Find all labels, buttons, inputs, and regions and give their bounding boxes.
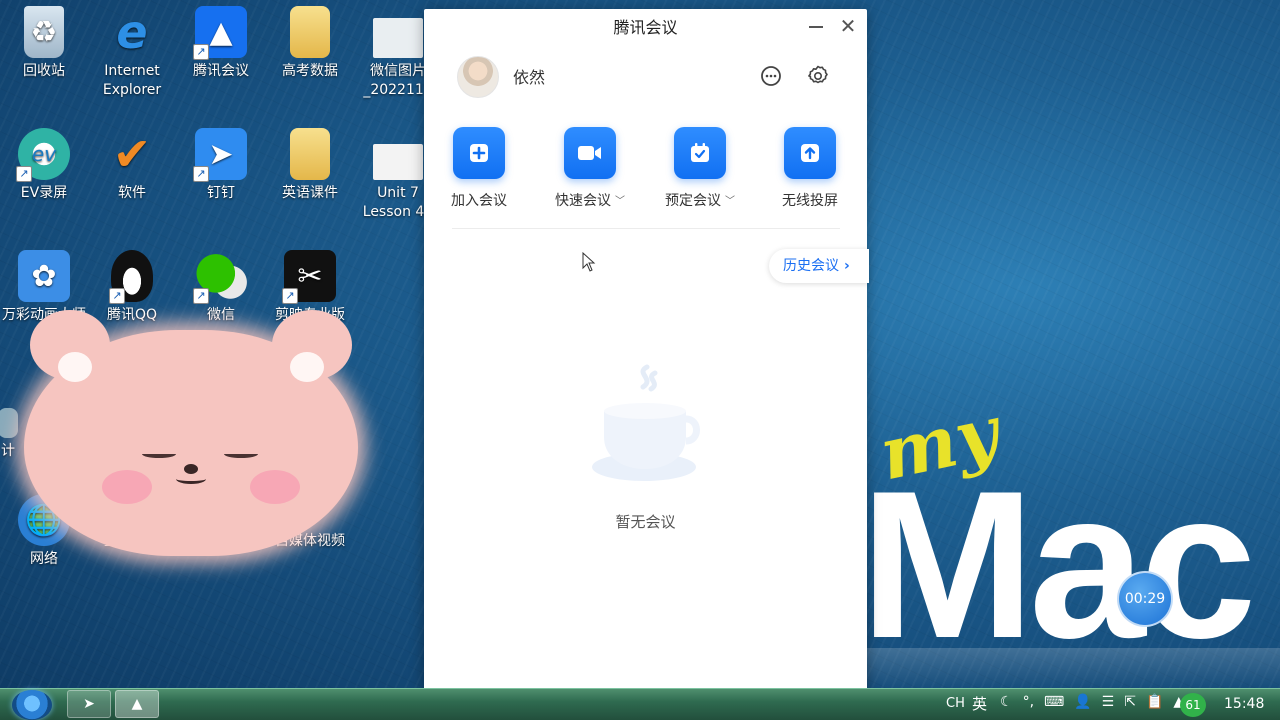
action-label: 无线投屏 <box>782 193 838 209</box>
checkmark-folder-icon: ✔ <box>112 126 152 181</box>
screen-cast-icon <box>784 127 836 179</box>
desktop-icon-qq[interactable]: ↗ 腾讯QQ <box>88 250 176 325</box>
tencent-meeting-icon: ▲ <box>131 696 143 712</box>
desktop-icon-ev-recorder[interactable]: ev ↗ EV录屏 <box>0 128 88 203</box>
folder-icon <box>290 128 330 180</box>
capcut-icon: ✂ ↗ <box>282 250 336 304</box>
moon-icon[interactable]: ☾ <box>1000 694 1013 710</box>
keyboard-icon[interactable]: ⌨ <box>1044 694 1064 710</box>
bear-eye <box>142 450 176 458</box>
action-label: 加入会议 <box>451 193 507 209</box>
ime-mode[interactable]: 英 <box>972 690 987 718</box>
minimize-button[interactable] <box>806 17 826 37</box>
desktop-icon-label: Internet Explorer <box>102 63 162 98</box>
powerpoint-file-icon <box>373 144 423 180</box>
desktop-icon-software[interactable]: ✔ 软件 <box>88 128 176 203</box>
user-icon[interactable]: 👤 <box>1074 694 1091 710</box>
chat-bubble-icon <box>761 66 781 86</box>
bear-nose <box>184 464 198 474</box>
desktop-icon-label: 英语课件 <box>282 185 338 201</box>
desktop-icon-label: 网络 <box>30 551 58 567</box>
desktop-icon-label: 回收站 <box>23 63 65 79</box>
settings-button[interactable] <box>806 64 830 88</box>
bear-mouth <box>176 474 206 484</box>
desktop-icon-tencent-meeting[interactable]: ▲ ↗ 腾讯会议 <box>177 6 265 81</box>
desktop-icon-wechat[interactable]: ↗ 微信 <box>177 250 265 325</box>
wallpaper-reflection <box>860 648 1280 690</box>
internet-explorer-icon: e <box>116 4 148 59</box>
desktop-icon-label: 腾讯会议 <box>193 63 249 79</box>
join-meeting-button[interactable]: 加入会议 <box>429 127 529 210</box>
bear-eye <box>224 450 258 458</box>
empty-state-text: 暂无会议 <box>615 513 676 531</box>
tencent-meeting-icon: ▲ ↗ <box>193 6 247 60</box>
mouse-cursor-icon <box>582 252 596 272</box>
chevron-right-icon: › <box>844 258 850 274</box>
dingtalk-icon: ➤ <box>83 696 95 712</box>
schedule-meeting-button[interactable]: 预定会议 ﹀ <box>650 127 750 210</box>
tray-icons: ☾ °, ⌨ 👤 ☰ ⇱ 📋 ▲ <box>1000 694 1184 710</box>
calendar-check-icon <box>674 127 726 179</box>
desktop-icon-folder-exam-data[interactable]: 高考数据 <box>266 6 354 81</box>
wechat-icon: ↗ <box>193 250 247 304</box>
action-label: 快速会议 ﹀ <box>555 192 625 209</box>
taskbar-app-tencent-meeting[interactable]: ▲ <box>115 690 159 718</box>
clipboard-icon[interactable]: 📋 <box>1146 694 1163 710</box>
language-indicator[interactable]: CH <box>946 690 965 718</box>
chevron-down-icon[interactable]: ﹀ <box>615 192 625 207</box>
wireless-cast-button[interactable]: 无线投屏 <box>760 127 860 210</box>
messages-button[interactable] <box>759 64 783 88</box>
video-camera-icon <box>564 127 616 179</box>
bear-cheek <box>102 470 152 504</box>
menu-icon[interactable]: ☰ <box>1102 694 1115 710</box>
share-icon[interactable]: ⇱ <box>1124 694 1136 710</box>
qq-penguin-icon: ↗ <box>109 250 153 304</box>
gear-icon <box>808 65 828 84</box>
recording-timer[interactable]: 00:29 <box>1117 571 1173 627</box>
heart-icon <box>290 352 324 382</box>
recycle-bin-icon: ♻ <box>24 6 64 58</box>
tencent-meeting-window: 腾讯会议 ✕ 依然 加入会议 快速会议 ﹀ 预定会议 ﹀ 无线投屏 历史会议 ›… <box>424 9 869 690</box>
start-button[interactable] <box>12 690 52 720</box>
dingtalk-icon: ➤ ↗ <box>193 128 247 182</box>
status-badge[interactable]: 61 <box>1180 693 1206 717</box>
desktop-icon-recycle-bin[interactable]: ♻ 回收站 <box>0 6 88 81</box>
punctuation-icon[interactable]: °, <box>1023 694 1034 710</box>
folder-icon <box>290 6 330 58</box>
close-button[interactable]: ✕ <box>838 15 858 37</box>
animation-app-icon: ✿ <box>18 250 70 302</box>
avatar[interactable] <box>457 56 499 98</box>
action-label: 预定会议 ﹀ <box>665 192 735 209</box>
taskbar-app-dingtalk[interactable]: ➤ <box>67 690 111 718</box>
plus-icon <box>453 127 505 179</box>
wallpaper-mac-text: Mac <box>860 447 1257 682</box>
ev-recorder-icon: ev ↗ <box>16 128 70 182</box>
desktop-icon-label: 高考数据 <box>282 63 338 79</box>
divider <box>452 228 840 229</box>
history-meetings-button[interactable]: 历史会议 › <box>769 249 869 283</box>
desktop-icon-dingtalk[interactable]: ➤ ↗ 钉钉 <box>177 128 265 203</box>
clock[interactable]: 15:48 <box>1224 690 1264 718</box>
user-name: 依然 <box>513 68 546 87</box>
chevron-down-icon[interactable]: ﹀ <box>725 192 735 207</box>
desktop-icon-label: 微信 <box>207 307 235 323</box>
desktop-icon-internet-explorer[interactable]: e Internet Explorer <box>88 6 176 100</box>
computer-icon <box>0 408 18 438</box>
window-title: 腾讯会议 <box>613 18 678 37</box>
empty-coffee-cup-icon <box>592 364 700 481</box>
image-file-icon <box>373 18 423 58</box>
quick-meeting-button[interactable]: 快速会议 ﹀ <box>540 127 640 210</box>
desktop-icon-label: EV录屏 <box>20 185 68 201</box>
desktop-icon-folder-english[interactable]: 英语课件 <box>266 128 354 203</box>
desktop-icon-label: 软件 <box>118 185 146 201</box>
bear-sticker <box>24 310 358 556</box>
heart-icon <box>58 352 92 382</box>
bear-cheek <box>250 470 300 504</box>
history-label: 历史会议 <box>783 258 839 274</box>
desktop-icon-label: 钉钉 <box>207 185 235 201</box>
